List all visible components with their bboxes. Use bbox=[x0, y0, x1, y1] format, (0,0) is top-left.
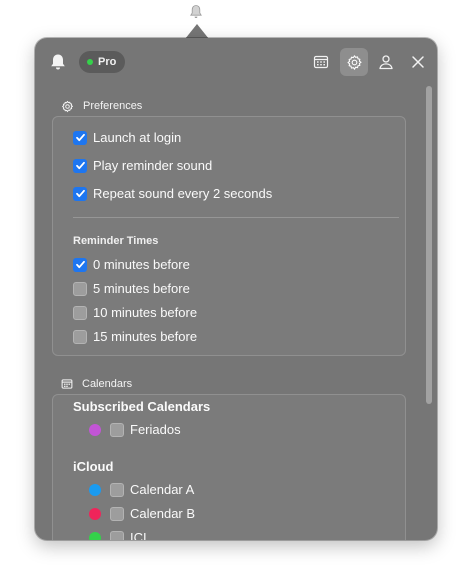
calendar-label: Feriados bbox=[130, 422, 181, 437]
checkbox-unchecked[interactable] bbox=[73, 281, 87, 296]
close-icon bbox=[412, 56, 424, 68]
pro-badge-label: Pro bbox=[98, 56, 117, 68]
popover-arrow bbox=[185, 24, 209, 39]
checkbox-checked[interactable] bbox=[73, 130, 87, 145]
reminder-time-label: 10 minutes before bbox=[93, 305, 198, 320]
calendar-color-dot bbox=[89, 423, 101, 436]
calendar-label: Calendar B bbox=[130, 506, 196, 521]
menubar-bell-icon[interactable] bbox=[189, 4, 203, 20]
calendars-box: Subscribed Calendars Feriados iCloud Cal… bbox=[52, 394, 406, 540]
checkmark-icon bbox=[75, 189, 85, 198]
calendar-label: ICI bbox=[130, 530, 147, 540]
calendar-item-calendar-a[interactable]: Calendar A bbox=[89, 482, 194, 497]
bell-icon bbox=[51, 54, 65, 70]
preferences-title: Preferences bbox=[83, 100, 143, 112]
checkbox-unchecked[interactable] bbox=[110, 506, 124, 521]
checkmark-icon bbox=[75, 260, 85, 269]
checkbox-checked[interactable] bbox=[73, 158, 87, 173]
option-label: Repeat sound every 2 seconds bbox=[93, 186, 273, 201]
reminder-time-15[interactable]: 15 minutes before bbox=[73, 329, 197, 344]
status-dot bbox=[87, 59, 93, 65]
calendars-title: Calendars bbox=[82, 378, 133, 390]
person-icon bbox=[379, 55, 393, 70]
calendar-label: Calendar A bbox=[130, 482, 195, 497]
option-repeat-sound[interactable]: Repeat sound every 2 seconds bbox=[73, 186, 272, 201]
preferences-section-title: Preferences bbox=[61, 97, 142, 115]
checkbox-unchecked[interactable] bbox=[110, 482, 124, 497]
option-play-reminder-sound[interactable]: Play reminder sound bbox=[73, 158, 212, 173]
gear-icon bbox=[346, 54, 362, 70]
reminder-times-heading: Reminder Times bbox=[73, 235, 159, 247]
calendar-item-feriados[interactable]: Feriados bbox=[89, 422, 181, 437]
pro-badge: Pro bbox=[79, 51, 126, 73]
checkmark-icon bbox=[75, 161, 85, 170]
reminder-time-label: 0 minutes before bbox=[93, 257, 190, 272]
divider bbox=[73, 217, 399, 218]
calendar-color-dot bbox=[89, 531, 101, 540]
calendar-icon bbox=[313, 55, 329, 69]
reminder-time-10[interactable]: 10 minutes before bbox=[73, 305, 197, 320]
checkbox-unchecked[interactable] bbox=[110, 422, 124, 437]
calendar-item-calendar-b[interactable]: Calendar B bbox=[89, 506, 195, 521]
settings-button[interactable] bbox=[340, 48, 368, 76]
reminder-time-label: 5 minutes before bbox=[93, 281, 190, 296]
option-launch-at-login[interactable]: Launch at login bbox=[73, 130, 181, 145]
option-label: Play reminder sound bbox=[93, 158, 213, 173]
reminder-time-5[interactable]: 5 minutes before bbox=[73, 281, 190, 296]
calendar-button[interactable] bbox=[307, 48, 335, 76]
calendar-color-dot bbox=[89, 483, 101, 496]
gear-icon bbox=[62, 100, 73, 112]
calendar-icon bbox=[61, 379, 73, 389]
checkmark-icon bbox=[75, 133, 85, 142]
checkbox-checked[interactable] bbox=[73, 186, 87, 201]
checkbox-unchecked[interactable] bbox=[73, 329, 87, 344]
calendar-item-ici[interactable]: ICI bbox=[89, 530, 147, 540]
calendar-color-dot bbox=[89, 507, 101, 520]
checkbox-checked[interactable] bbox=[73, 257, 87, 272]
checkbox-unchecked[interactable] bbox=[73, 305, 87, 320]
reminder-time-0[interactable]: 0 minutes before bbox=[73, 257, 190, 272]
checkbox-unchecked[interactable] bbox=[110, 530, 124, 540]
profile-button[interactable] bbox=[372, 48, 400, 76]
reminder-time-label: 15 minutes before bbox=[93, 329, 198, 344]
option-label: Launch at login bbox=[93, 130, 182, 145]
popover-window: Pro Preferences Launch at login Play rem… bbox=[35, 38, 437, 540]
scrollbar-thumb[interactable] bbox=[426, 86, 432, 404]
preferences-box: Launch at login Play reminder sound Repe… bbox=[52, 116, 406, 356]
close-button[interactable] bbox=[404, 48, 432, 76]
group-heading-icloud: iCloud bbox=[73, 459, 114, 474]
header-bar: Pro bbox=[35, 38, 437, 86]
calendars-section-title: Calendars bbox=[61, 375, 132, 393]
group-heading-subscribed: Subscribed Calendars bbox=[73, 399, 211, 414]
